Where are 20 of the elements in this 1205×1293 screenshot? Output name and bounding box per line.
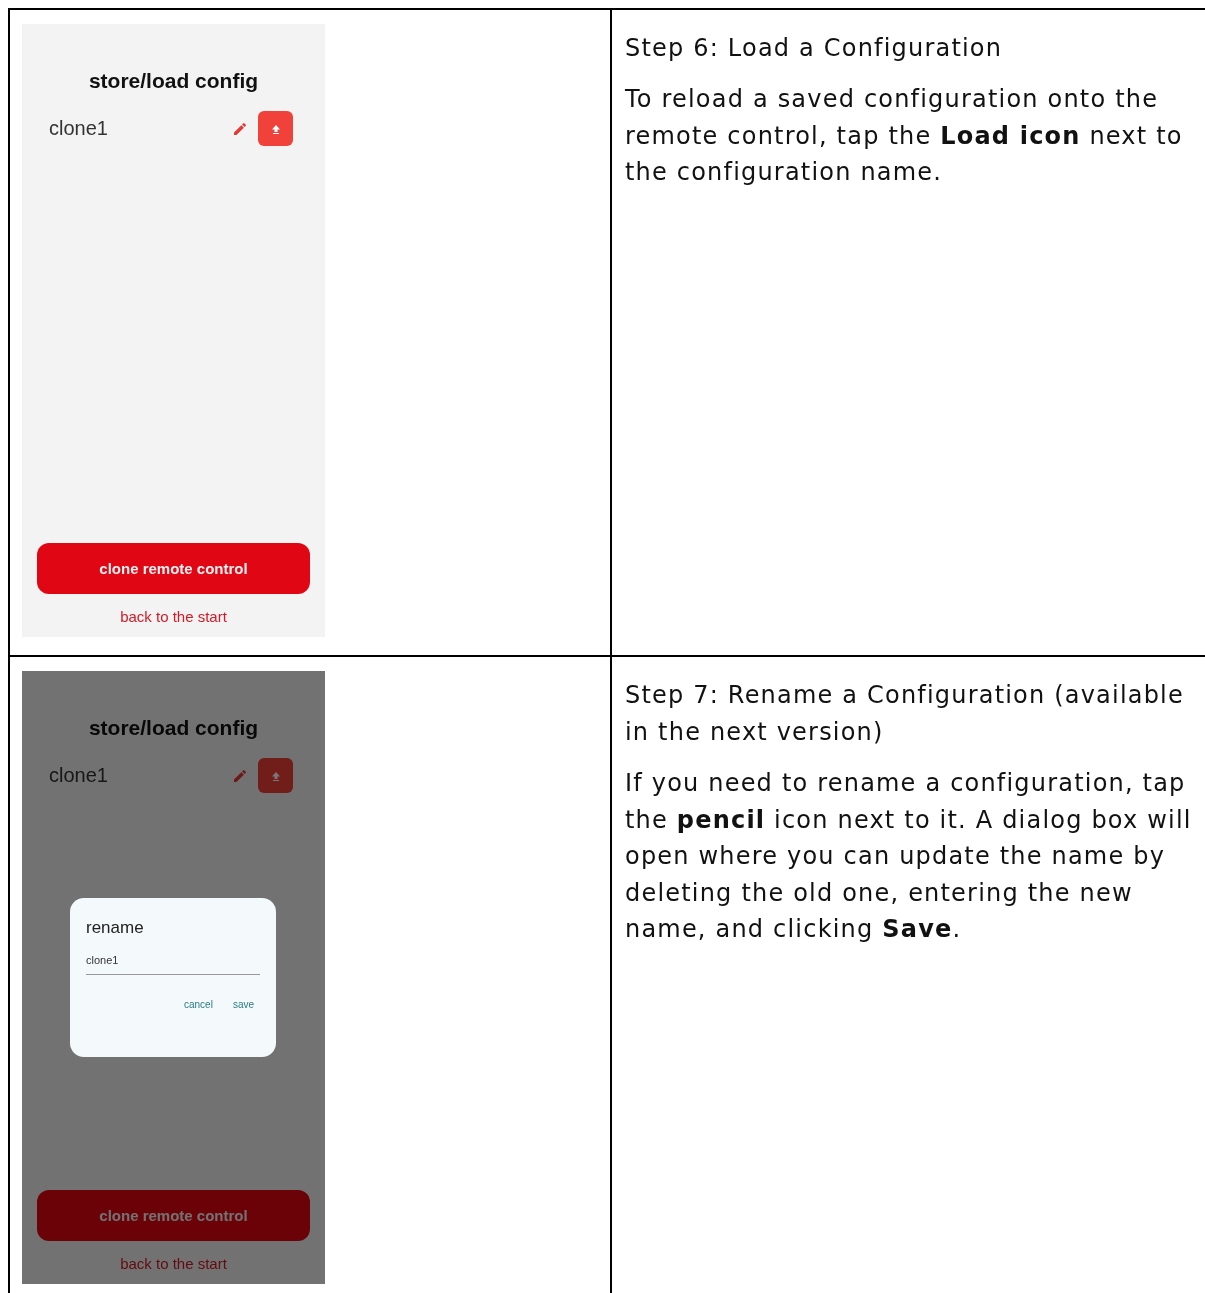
step-description: If you need to rename a configuration, tap the pencil icon next to it. A dialog box will open where you can update the name by deleting the old one, entering the new name, and clicking Save. bbox=[625, 768, 1193, 945]
name-input-field[interactable]: clone1 bbox=[86, 954, 260, 975]
clone-button[interactable]: clone remote control bbox=[37, 543, 310, 594]
dialog-button[interactable]: cancel bbox=[177, 995, 219, 1014]
step-heading: Step 6: Load a Configuration bbox=[625, 33, 1004, 64]
step-heading: Step 7: Rename a Configuration (available in the next version) bbox=[625, 680, 1185, 748]
load-button[interactable] bbox=[258, 758, 293, 793]
load-button[interactable] bbox=[258, 111, 293, 146]
back-link[interactable]: back to the start bbox=[120, 1255, 227, 1272]
config-name: clone1 bbox=[49, 764, 109, 787]
pencil-icon[interactable] bbox=[232, 767, 248, 784]
screen-title: store/load config bbox=[88, 716, 259, 740]
screen-title: store/load config bbox=[88, 69, 259, 93]
back-link[interactable]: back to the start bbox=[120, 608, 227, 625]
dialog-button[interactable]: save bbox=[226, 995, 260, 1014]
pencil-icon[interactable] bbox=[232, 120, 248, 137]
clone-button[interactable]: clone remote control bbox=[37, 1190, 310, 1241]
dialog-title: rename bbox=[86, 918, 145, 938]
step-description: To reload a saved configuration onto the remote control, tap the Load icon next to the configuration name. bbox=[625, 84, 1184, 188]
config-name: clone1 bbox=[49, 117, 109, 140]
